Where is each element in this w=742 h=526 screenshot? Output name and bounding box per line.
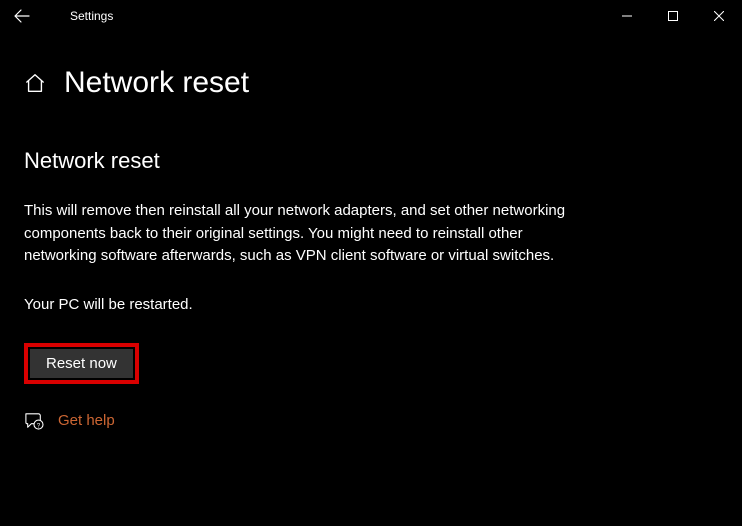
titlebar: Settings [0,0,742,32]
titlebar-left: Settings [6,0,113,32]
app-title: Settings [70,9,113,23]
maximize-icon [668,11,678,21]
content-area: Network reset Network reset This will re… [0,32,742,430]
reset-button-highlight: Reset now [24,343,139,384]
back-button[interactable] [6,0,38,32]
page-header: Network reset [24,66,718,100]
window-controls [604,0,742,32]
restart-note: Your PC will be restarted. [24,296,718,313]
arrow-left-icon [14,8,30,24]
get-help-link[interactable]: Get help [58,412,115,429]
section-heading: Network reset [24,148,718,174]
chat-help-icon: ? [24,412,44,430]
svg-text:?: ? [37,422,41,429]
page-title: Network reset [64,66,249,100]
close-button[interactable] [696,0,742,32]
home-icon[interactable] [24,72,46,94]
help-row: ? Get help [24,412,718,430]
minimize-icon [622,11,632,21]
minimize-button[interactable] [604,0,650,32]
maximize-button[interactable] [650,0,696,32]
reset-now-button[interactable]: Reset now [30,349,133,378]
description-text: This will remove then reinstall all your… [24,200,584,268]
close-icon [714,11,724,21]
